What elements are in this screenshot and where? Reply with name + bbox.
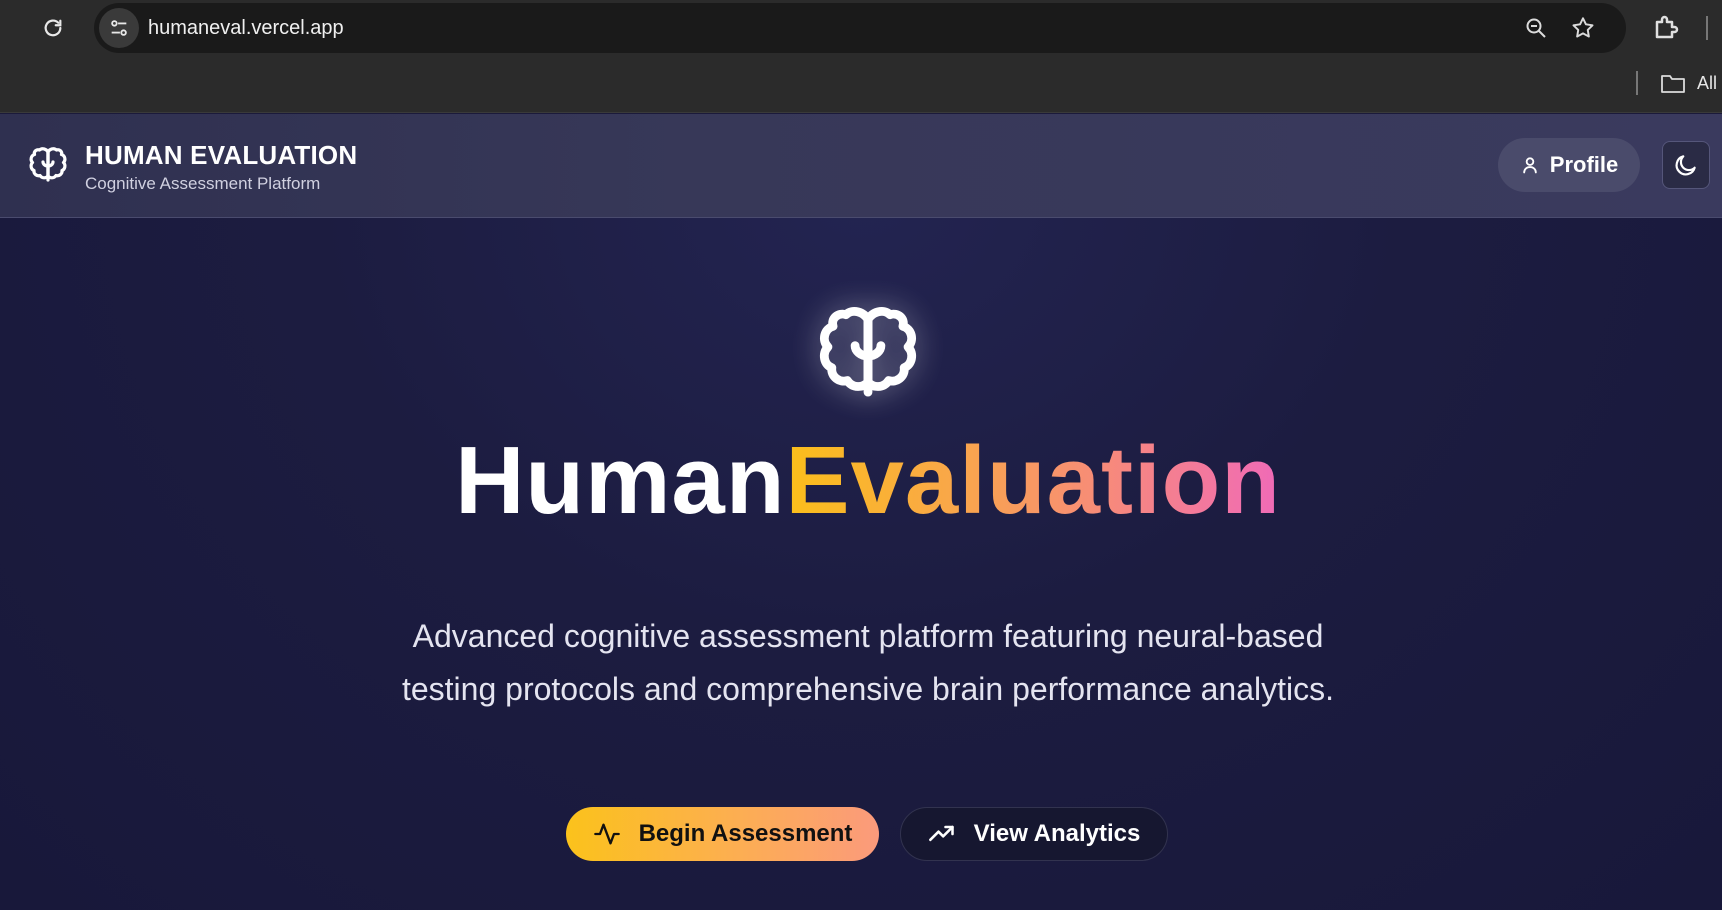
all-bookmarks-link[interactable]: All: [1697, 73, 1717, 94]
bookmarks-bar: [0, 57, 1722, 113]
brain-logo-icon[interactable]: [24, 142, 72, 190]
app-header: HUMAN EVALUATION Cognitive Assessment Pl…: [0, 114, 1722, 218]
forward-arrow-icon[interactable]: ›: [0, 15, 10, 39]
brand-title: HUMAN EVALUATION: [85, 140, 358, 170]
hero-brain-icon: [819, 307, 917, 397]
hero-title-evaluation: Evaluation: [785, 427, 1281, 534]
app-page: HUMAN EVALUATION Cognitive Assessment Pl…: [0, 114, 1722, 910]
address-bar[interactable]: humaneval.vercel.app: [94, 3, 1626, 53]
user-icon: [1523, 157, 1537, 174]
hero-description: Advanced cognitive assessment platform f…: [401, 618, 1335, 707]
trending-up-icon: [928, 825, 954, 842]
hero-title: HumanEvaluation: [0, 426, 1722, 536]
url-text[interactable]: humaneval.vercel.app: [148, 17, 344, 39]
begin-assessment-button[interactable]: Begin Assessment: [566, 807, 879, 861]
profile-button[interactable]: Profile: [1498, 138, 1640, 192]
brand-subtitle: Cognitive Assessment Platform: [85, 174, 321, 193]
bookmarks-divider: [1636, 71, 1638, 95]
theme-toggle-button[interactable]: [1662, 141, 1710, 189]
hero-title-human: Human: [455, 427, 786, 534]
bookmark-star-icon[interactable]: [1570, 15, 1596, 41]
reload-icon: [44, 19, 62, 37]
reload-button[interactable]: [38, 13, 68, 43]
extensions-icon[interactable]: [1652, 12, 1682, 42]
profile-label: Profile: [1549, 152, 1619, 177]
begin-assessment-label: Begin Assessment: [638, 820, 853, 847]
zoom-icon[interactable]: [1524, 16, 1548, 40]
site-info-button[interactable]: [99, 8, 139, 48]
folder-icon[interactable]: [1660, 72, 1686, 94]
browser-toolbar: › humaneval.vercel.app: [0, 0, 1722, 57]
moon-icon: [1675, 155, 1696, 176]
view-analytics-button[interactable]: View Analytics: [900, 807, 1168, 861]
view-analytics-label: View Analytics: [973, 820, 1141, 847]
toolbar-divider: [1706, 16, 1708, 40]
tune-icon: [111, 20, 127, 36]
activity-icon: [593, 823, 620, 845]
